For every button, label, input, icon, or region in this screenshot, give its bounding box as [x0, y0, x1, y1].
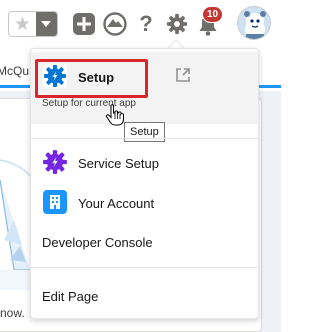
- favorites-control[interactable]: ★: [8, 11, 58, 37]
- global-header: ★ ? 10: [0, 0, 281, 48]
- gear-icon: [43, 150, 67, 174]
- global-actions-button[interactable]: [72, 12, 96, 36]
- mouse-pointer-hand: [105, 104, 125, 131]
- service-setup-menu-item[interactable]: Service Setup: [78, 156, 159, 171]
- trailhead-icon: [103, 12, 127, 36]
- trailhead-guidance-button[interactable]: [102, 11, 128, 37]
- external-link-icon: [176, 68, 190, 82]
- gear-icon: [43, 64, 67, 88]
- setup-gear-button[interactable]: [165, 12, 189, 36]
- chevron-down-icon: [41, 21, 52, 27]
- setup-tooltip: Setup: [124, 122, 165, 142]
- open-in-new-tab-button[interactable]: [175, 67, 191, 88]
- setup-menu-label[interactable]: Setup: [78, 70, 114, 85]
- avatar-icon: [238, 7, 270, 39]
- favorites-dropdown-button[interactable]: [35, 12, 57, 36]
- menu-divider: [31, 138, 258, 139]
- star-icon[interactable]: ★: [9, 12, 36, 36]
- notification-count-badge: 10: [202, 6, 224, 23]
- plus-icon: [73, 13, 95, 35]
- help-button[interactable]: ?: [136, 12, 156, 36]
- your-account-icon: [43, 190, 67, 214]
- developer-console-menu-item[interactable]: Developer Console: [42, 235, 153, 250]
- tab-title[interactable]: McQu: [0, 64, 33, 78]
- service-setup-icon: [42, 149, 68, 180]
- page-body-text: now.: [0, 306, 25, 320]
- question-mark-icon: ?: [139, 11, 153, 36]
- gear-icon: [166, 13, 188, 35]
- hand-cursor-icon: [105, 104, 124, 126]
- setup-item-icon: [43, 64, 67, 93]
- building-icon: [50, 195, 60, 209]
- edit-page-menu-item[interactable]: Edit Page: [42, 289, 98, 304]
- your-account-menu-item[interactable]: Your Account: [78, 196, 154, 211]
- user-avatar-button[interactable]: [237, 6, 271, 40]
- menu-divider: [31, 267, 258, 268]
